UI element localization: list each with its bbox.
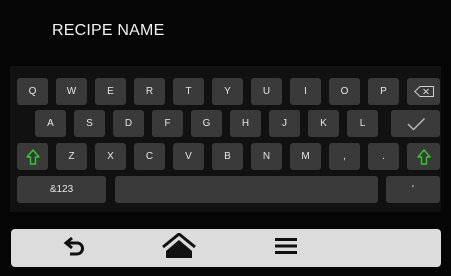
mode-123-key[interactable]: &123	[17, 176, 106, 203]
key-b[interactable]: B	[212, 143, 243, 170]
back-button[interactable]	[45, 229, 105, 267]
key-a[interactable]: A	[35, 110, 66, 137]
key-r[interactable]: R	[134, 78, 165, 105]
key-d[interactable]: D	[113, 110, 144, 137]
key-k[interactable]: K	[308, 110, 339, 137]
enter-key[interactable]	[391, 110, 440, 137]
key-i[interactable]: I	[290, 78, 321, 105]
bottom-nav-bar	[11, 229, 441, 267]
key-h[interactable]: H	[230, 110, 261, 137]
checkmark-icon	[406, 117, 426, 131]
shift-arrow-icon	[416, 148, 431, 165]
key-e[interactable]: E	[95, 78, 126, 105]
key-o[interactable]: O	[329, 78, 360, 105]
space-key[interactable]	[115, 176, 378, 203]
key-u[interactable]: U	[251, 78, 282, 105]
key-p[interactable]: P	[368, 78, 399, 105]
key-m[interactable]: M	[290, 143, 321, 170]
key-q[interactable]: Q	[17, 78, 48, 105]
key-comma[interactable]: ,	[329, 143, 360, 170]
key-apostrophe[interactable]: '	[386, 176, 440, 203]
home-icon	[161, 231, 197, 264]
shift-key-left[interactable]	[17, 143, 48, 170]
key-t[interactable]: T	[173, 78, 204, 105]
key-x[interactable]: X	[95, 143, 126, 170]
home-button[interactable]	[149, 229, 209, 267]
key-l[interactable]: L	[347, 110, 378, 137]
backspace-icon	[413, 86, 434, 97]
shift-key-right[interactable]	[407, 143, 440, 170]
key-period[interactable]: .	[368, 143, 399, 170]
field-label: RECIPE NAME	[52, 22, 165, 39]
key-v[interactable]: V	[173, 143, 204, 170]
on-screen-keyboard: Q W E R T Y U I O P A S D F G H J K L Z …	[10, 66, 441, 212]
key-w[interactable]: W	[56, 78, 87, 105]
shift-arrow-icon	[25, 148, 40, 165]
key-y[interactable]: Y	[212, 78, 243, 105]
menu-icon	[275, 237, 297, 260]
key-z[interactable]: Z	[56, 143, 87, 170]
menu-button[interactable]	[256, 229, 316, 267]
key-s[interactable]: S	[74, 110, 105, 137]
key-j[interactable]: J	[269, 110, 300, 137]
key-g[interactable]: G	[191, 110, 222, 137]
backspace-key[interactable]	[407, 78, 440, 105]
key-c[interactable]: C	[134, 143, 165, 170]
key-f[interactable]: F	[152, 110, 183, 137]
back-arrow-icon	[63, 235, 87, 262]
key-n[interactable]: N	[251, 143, 282, 170]
